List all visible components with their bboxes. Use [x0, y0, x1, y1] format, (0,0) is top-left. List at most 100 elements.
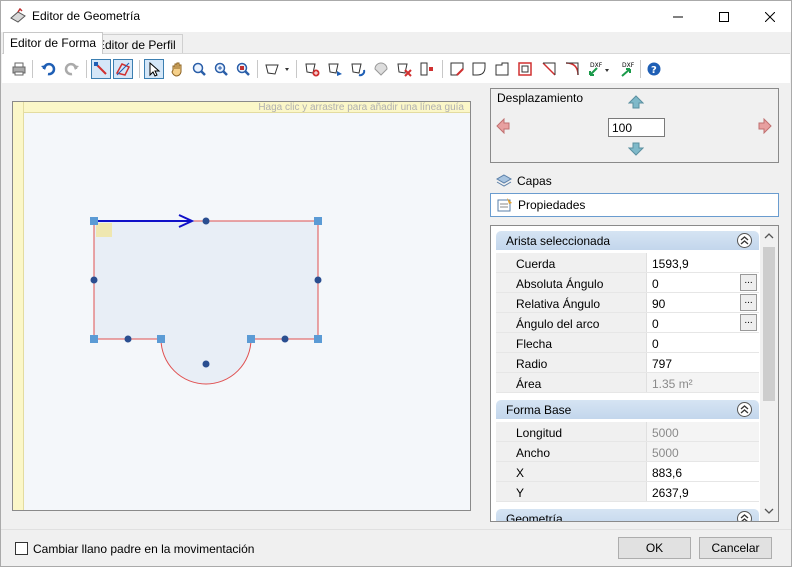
displacement-step-input[interactable]: 100: [608, 118, 665, 137]
move-vertex-button[interactable]: [325, 59, 345, 79]
property-value-readonly: 1.35 m²: [646, 373, 759, 392]
property-row: Radio 797: [496, 353, 759, 373]
collapse-icon[interactable]: [737, 511, 752, 521]
section-selected-edge[interactable]: Arista seleccionada: [496, 231, 759, 250]
vertex-handle[interactable]: [247, 335, 255, 343]
extend-button[interactable]: [562, 59, 582, 79]
scrollbar-thumb[interactable]: [763, 247, 775, 401]
property-row: Ángulo del arco 0...: [496, 313, 759, 333]
pan-tool-button[interactable]: [167, 59, 187, 79]
ellipsis-button[interactable]: ...: [740, 314, 757, 331]
vertex-handle[interactable]: [157, 335, 165, 343]
dxf-export-icon: DXF: [621, 62, 634, 77]
select-tool-button[interactable]: [144, 59, 164, 79]
add-vertex-button[interactable]: [302, 59, 322, 79]
rotate-edge-button[interactable]: [348, 59, 368, 79]
midpoint-handle[interactable]: [202, 217, 210, 225]
displacement-title: Desplazamiento: [497, 91, 584, 105]
dialog-footer: Cambiar llano padre en la movimentación …: [1, 529, 791, 567]
property-value[interactable]: 1593,9: [646, 253, 759, 272]
cancel-button[interactable]: Cancelar: [699, 537, 772, 559]
vertex-handle[interactable]: [314, 217, 322, 225]
zoom-in-icon: [214, 62, 228, 76]
undo-button[interactable]: [38, 59, 58, 79]
svg-text:DXF: DXF: [622, 62, 634, 69]
property-value[interactable]: 0: [646, 333, 759, 352]
ellipsis-button[interactable]: ...: [740, 294, 757, 311]
grid-toggle-button[interactable]: [113, 59, 133, 79]
property-value[interactable]: 0...: [646, 313, 759, 332]
layers-panel-header[interactable]: Capas: [490, 169, 779, 193]
delete-vertex-button[interactable]: [394, 59, 414, 79]
property-value[interactable]: 797: [646, 353, 759, 372]
close-icon: [765, 11, 775, 22]
redo-button[interactable]: [62, 59, 82, 79]
zoom-in-button[interactable]: [211, 59, 231, 79]
collapse-icon[interactable]: [737, 233, 752, 248]
zoom-fit-button[interactable]: [233, 59, 253, 79]
trim-icon: [542, 62, 556, 76]
close-button[interactable]: [747, 1, 792, 32]
tab-profile-editor[interactable]: Editor de Perfil: [90, 34, 183, 53]
minimize-button[interactable]: [655, 1, 701, 32]
help-button[interactable]: ?: [644, 59, 664, 79]
ellipsis-button[interactable]: ...: [740, 274, 757, 291]
shape-dropdown-button[interactable]: [262, 59, 292, 79]
section-base-shape[interactable]: Forma Base: [496, 400, 759, 419]
help-icon: ?: [647, 62, 661, 76]
move-down-icon[interactable]: [628, 142, 644, 156]
midpoint-handle[interactable]: [281, 335, 289, 343]
property-row: Relativa Ángulo 90...: [496, 293, 759, 313]
notch-icon: [495, 62, 509, 76]
dxf-import-dropdown-button[interactable]: DXF: [586, 59, 612, 79]
midpoint-handle[interactable]: [124, 335, 132, 343]
move-up-icon[interactable]: [628, 95, 644, 109]
add-vertex-icon: [305, 63, 320, 77]
layers-icon: [496, 174, 512, 187]
snap-icon: [94, 62, 107, 75]
property-value[interactable]: 883,6: [646, 462, 759, 481]
midpoint-handle[interactable]: [90, 276, 98, 284]
redo-icon: [64, 62, 79, 76]
properties-panel-header[interactable]: Propiedades: [490, 193, 779, 217]
ok-button[interactable]: OK: [618, 537, 691, 559]
scroll-up-icon[interactable]: [764, 232, 774, 240]
zoom-button[interactable]: [189, 59, 209, 79]
tab-shape-editor[interactable]: Editor de Forma: [3, 32, 104, 54]
notch-corner-button[interactable]: [492, 59, 512, 79]
vertex-handle[interactable]: [90, 335, 98, 343]
app-icon: [10, 8, 26, 23]
midpoint-handle[interactable]: [202, 360, 210, 368]
midpoint-handle[interactable]: [314, 276, 322, 284]
move-right-icon[interactable]: [758, 118, 772, 134]
split-edge-icon: [420, 62, 433, 76]
section-geometry[interactable]: Geometría: [496, 509, 759, 521]
collapse-icon[interactable]: [737, 402, 752, 417]
trim-button[interactable]: [539, 59, 559, 79]
property-value[interactable]: 2637,9: [646, 482, 759, 501]
maximize-button[interactable]: [701, 1, 747, 32]
drawing-canvas[interactable]: Haga clic y arrastre para añadir una lín…: [12, 101, 471, 511]
property-value[interactable]: 0...: [646, 273, 759, 292]
vertex-handle[interactable]: [314, 335, 322, 343]
vertex-handle[interactable]: [90, 217, 98, 225]
scroll-down-icon[interactable]: [764, 507, 774, 515]
property-value[interactable]: 90...: [646, 293, 759, 312]
dxf-import-icon: DXF: [589, 62, 609, 76]
snap-toggle-button[interactable]: [91, 59, 111, 79]
property-row: X 883,6: [496, 462, 759, 482]
print-button[interactable]: [9, 59, 29, 79]
split-edge-button[interactable]: [417, 59, 437, 79]
change-parent-plane-checkbox[interactable]: [15, 542, 28, 555]
chamfer-icon: [450, 62, 464, 76]
offset-button[interactable]: [515, 59, 535, 79]
move-left-icon[interactable]: [496, 118, 510, 134]
properties-scrollbar[interactable]: [760, 226, 778, 521]
extend-icon: [565, 62, 579, 76]
maximize-icon: [719, 11, 729, 22]
round-corner-button[interactable]: [469, 59, 489, 79]
chamfer-button[interactable]: [447, 59, 467, 79]
arc-edge-button[interactable]: [371, 59, 391, 79]
change-parent-plane-label[interactable]: Cambiar llano padre en la movimentación: [33, 542, 254, 556]
dxf-export-button[interactable]: DXF: [616, 59, 636, 79]
